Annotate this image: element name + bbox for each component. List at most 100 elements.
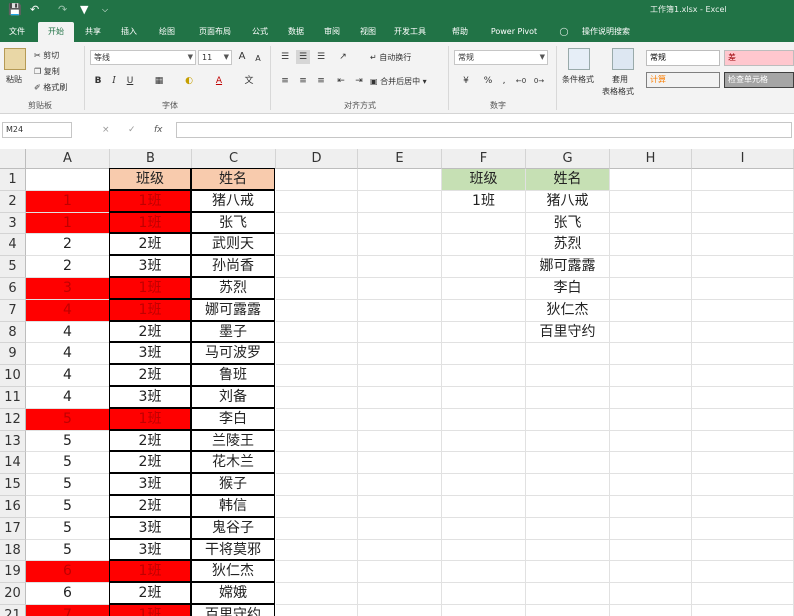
empty-cell[interactable] [276,517,358,540]
decrease-indent-button[interactable]: ⇤ [334,74,348,88]
formula-input[interactable] [176,122,792,138]
cell-b-20[interactable]: 2班 [109,582,191,604]
tab-page-layout[interactable]: 页面布局 [188,22,242,42]
cell-b-11[interactable]: 3班 [109,386,191,408]
undo-icon[interactable]: ↶ [30,2,39,18]
empty-cell[interactable] [526,605,610,616]
header-cell-class-right[interactable]: 班级 [442,169,526,191]
empty-cell[interactable] [526,452,610,475]
align-right-button[interactable]: ≡ [314,74,328,88]
row-header-2[interactable]: 2 [0,190,26,213]
increase-indent-button[interactable]: ⇥ [352,74,366,88]
header-cell-class[interactable]: 班级 [109,168,191,190]
row-header-14[interactable]: 14 [0,452,26,475]
align-left-button[interactable]: ≡ [278,74,292,88]
row-header-4[interactable]: 4 [0,234,26,257]
empty-cell[interactable] [358,517,442,540]
cell-b-16[interactable]: 2班 [109,495,191,517]
cell-c-3[interactable]: 张飞 [191,211,275,234]
cell-g-6[interactable]: 李白 [526,278,610,300]
empty-cell[interactable] [358,212,442,235]
empty-cell[interactable] [526,496,610,518]
fill-color-button[interactable]: ◐ [180,74,198,88]
empty-cell[interactable] [442,496,526,518]
tab-formulas[interactable]: 公式 [244,22,276,42]
empty-cell[interactable] [276,452,358,475]
empty-cell[interactable] [276,605,358,616]
tab-insert[interactable]: 插入 [112,22,146,42]
cell-c-9[interactable]: 马可波罗 [191,342,275,365]
border-button[interactable]: ▦ [150,74,168,88]
cell-a-11[interactable]: 4 [26,387,110,409]
empty-cell[interactable] [358,365,442,387]
format-table-icon[interactable] [612,48,634,70]
empty-cell[interactable] [442,212,526,235]
merge-center-button[interactable]: ▣ 合并后居中 ▾ [370,76,427,87]
row-header-11[interactable]: 11 [0,387,26,409]
redo-icon[interactable]: ↷ [58,2,67,18]
cell-c-10[interactable]: 鲁班 [191,364,275,386]
cell-a-16[interactable]: 5 [26,496,110,518]
tab-power-pivot[interactable]: Power Pivot [480,22,548,42]
empty-cell[interactable] [610,517,692,540]
empty-cell[interactable] [526,474,610,496]
row-header-10[interactable]: 10 [0,365,26,387]
style-calculation[interactable]: 计算 [646,72,720,88]
column-header-D[interactable]: D [276,149,358,169]
empty-cell[interactable] [610,561,692,584]
insert-function-icon[interactable]: fx [154,122,163,138]
cell-b-18[interactable]: 3班 [109,538,191,561]
decrease-decimal-button[interactable]: 0→ [532,74,546,88]
empty-cell[interactable] [276,496,358,518]
empty-cell[interactable] [610,430,692,453]
cell-c-13[interactable]: 兰陵王 [191,429,275,452]
empty-cell[interactable] [358,561,442,584]
empty-cell[interactable] [692,387,794,409]
cell-c-21[interactable]: 百里守约 [191,604,275,616]
cell-b-3[interactable]: 1班 [109,211,191,234]
style-bad[interactable]: 差 [724,50,794,66]
empty-cell[interactable] [692,583,794,605]
copy-button[interactable]: ❐ 复制 [34,66,60,77]
shrink-font-button[interactable]: A [252,52,264,66]
empty-cell[interactable] [276,299,358,322]
empty-cell[interactable] [358,474,442,496]
empty-cell[interactable] [526,343,610,366]
empty-cell[interactable] [610,299,692,322]
empty-cell[interactable] [276,430,358,453]
cell-a-20[interactable]: 6 [26,583,110,605]
empty-cell[interactable] [692,190,794,213]
align-top-button[interactable]: ☰ [278,50,292,64]
cell-c-6[interactable]: 苏烈 [191,277,275,299]
column-header-E[interactable]: E [358,149,442,169]
comma-button[interactable]: , [498,74,510,88]
empty-cell[interactable] [610,278,692,300]
empty-cell[interactable] [442,278,526,300]
column-header-F[interactable]: F [442,149,526,169]
row-header-18[interactable]: 18 [0,539,26,562]
empty-cell[interactable] [692,212,794,235]
empty-cell[interactable] [610,321,692,344]
empty-cell[interactable] [692,343,794,366]
empty-cell[interactable] [526,365,610,387]
cell-a-9[interactable]: 4 [26,343,110,366]
empty-cell[interactable] [610,343,692,366]
empty-cell[interactable] [692,496,794,518]
empty-cell[interactable] [442,474,526,496]
empty-cell[interactable] [442,605,526,616]
empty-cell[interactable] [358,496,442,518]
empty-cell[interactable] [610,365,692,387]
column-header-I[interactable]: I [692,149,794,169]
cancel-icon[interactable]: × [102,122,110,138]
empty-cell[interactable] [526,539,610,562]
cell-a-4[interactable]: 2 [26,234,110,257]
cell-g-7[interactable]: 狄仁杰 [526,299,610,322]
empty-cell[interactable] [610,190,692,213]
empty-cell[interactable] [610,256,692,278]
increase-decimal-button[interactable]: ←0 [514,74,528,88]
cell-c-12[interactable]: 李白 [191,407,275,430]
tab-developer[interactable]: 开发工具 [388,22,432,42]
empty-cell[interactable] [692,278,794,300]
cell-a-17[interactable]: 5 [26,517,110,540]
cell-b-12[interactable]: 1班 [109,407,191,430]
